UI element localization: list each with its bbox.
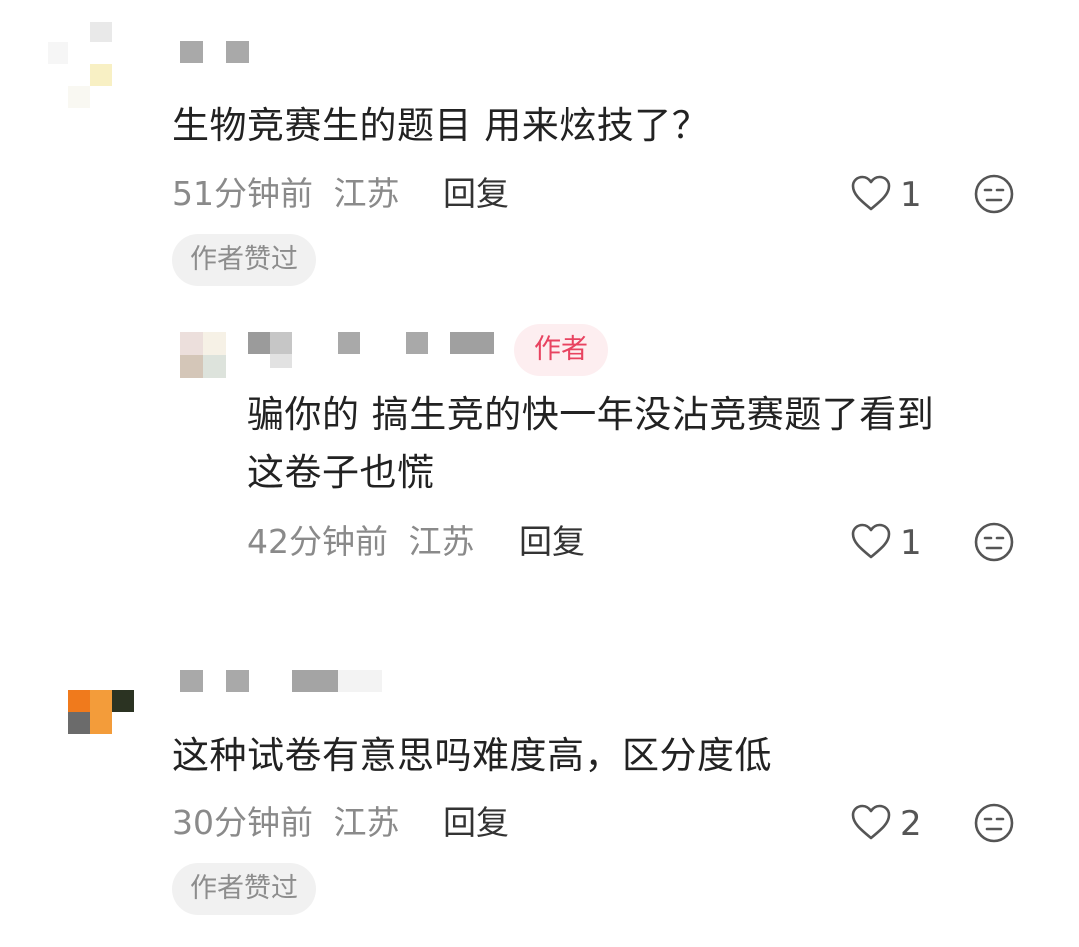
like-button[interactable]: 1 <box>850 522 922 564</box>
comment-location: 江苏 <box>333 174 400 213</box>
author-tag: 作者 <box>514 324 608 376</box>
heart-outline-icon <box>850 174 892 216</box>
comment-time: 51分钟前 <box>172 174 313 213</box>
avatar[interactable] <box>48 22 114 110</box>
like-count: 1 <box>900 175 922 215</box>
comment-text: 这种试卷有意思吗难度高，区分度低 <box>172 734 772 777</box>
author-liked-badge: 作者赞过 <box>172 234 316 286</box>
neutral-face-icon[interactable] <box>973 173 1015 219</box>
avatar[interactable] <box>180 332 226 378</box>
comment-meta: 51分钟前 江苏 <box>172 174 400 214</box>
like-button[interactable]: 2 <box>850 803 922 845</box>
reply-button[interactable]: 回复 <box>443 174 509 214</box>
comment-meta: 30分钟前 江苏 <box>172 803 400 843</box>
comment-time: 30分钟前 <box>172 803 313 842</box>
comment-meta: 42分钟前 江苏 <box>247 522 475 562</box>
author-liked-badge: 作者赞过 <box>172 863 316 915</box>
comment-text: 生物竞赛生的题目 用来炫技了？ <box>172 104 710 147</box>
comment-location: 江苏 <box>408 522 475 561</box>
like-count: 2 <box>900 804 922 844</box>
comment-text-line-1: 骗你的 搞生竞的快一年没沾竞赛题了看到 <box>247 393 935 436</box>
like-count: 1 <box>900 523 922 563</box>
reply-button[interactable]: 回复 <box>443 803 509 843</box>
neutral-face-icon[interactable] <box>973 521 1015 567</box>
neutral-face-icon[interactable] <box>973 802 1015 848</box>
avatar[interactable] <box>68 690 134 734</box>
like-button[interactable]: 1 <box>850 174 922 216</box>
heart-outline-icon <box>850 803 892 845</box>
comment-time: 42分钟前 <box>247 522 388 561</box>
comment-location: 江苏 <box>333 803 400 842</box>
heart-outline-icon <box>850 522 892 564</box>
reply-button[interactable]: 回复 <box>519 522 585 562</box>
comment-text-line-2: 这卷子也慌 <box>247 451 435 494</box>
